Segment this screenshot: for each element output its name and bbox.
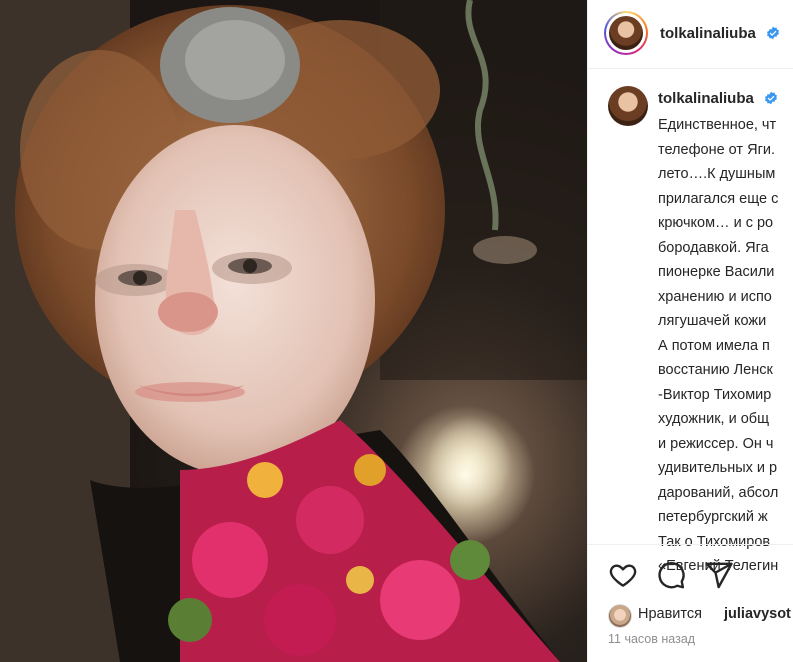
caption-line: Так о Тихомиров: [658, 533, 771, 550]
caption-avatar[interactable]: [608, 86, 648, 126]
divider: [588, 544, 793, 545]
caption-line: художник, и общ: [658, 411, 770, 427]
avatar: [609, 16, 643, 50]
comment-icon[interactable]: [656, 560, 686, 590]
liker-avatar[interactable]: [608, 604, 632, 628]
caption-line: и режиссер. Он ч: [658, 435, 774, 452]
caption-line: прилагался еще с: [658, 190, 779, 207]
caption-text: Единственное, чт телефоне от Яги. лето….…: [658, 113, 793, 579]
caption-line: телефоне от Яги.: [658, 141, 775, 158]
caption-line: А потом имела п: [658, 337, 770, 354]
caption-line: лето….К душным: [658, 166, 776, 182]
liker-username[interactable]: juliavysot: [724, 606, 791, 622]
caption-line: пионерке Васили: [658, 264, 775, 280]
story-ring-avatar[interactable]: [604, 11, 648, 55]
caption-line: -Виктор Тихомир: [658, 386, 772, 403]
post-header: tolkalinaliuba: [588, 0, 793, 69]
caption-line: петербургский ж: [658, 509, 768, 525]
caption-username[interactable]: tolkalinaliuba: [658, 90, 754, 107]
likes-label: Нравится: [638, 606, 702, 622]
verified-badge-icon: [765, 91, 777, 105]
caption-line: бородавкой. Яга: [658, 239, 769, 256]
post-timestamp[interactable]: 11 часов назад: [608, 632, 695, 646]
share-icon[interactable]: [704, 560, 734, 590]
caption-line: хранению и испо: [658, 288, 772, 305]
verified-badge-icon: [767, 26, 779, 40]
post-photo[interactable]: [0, 0, 587, 662]
caption-line: дарований, абсол: [658, 484, 779, 501]
header-username[interactable]: tolkalinaliuba: [660, 25, 756, 42]
caption-line: крючком… и с ро: [658, 215, 774, 231]
caption-line: Единственное, чт: [658, 117, 777, 133]
post-side-panel: tolkalinaliuba tolkalinaliuba Единственн…: [587, 0, 793, 662]
photo-image: [0, 0, 587, 662]
heart-icon[interactable]: [608, 560, 638, 590]
caption-line: удивительных и р: [658, 460, 778, 476]
caption-line: лягушачей кожи: [658, 313, 767, 329]
caption-line: восстанию Ленск: [658, 362, 773, 378]
